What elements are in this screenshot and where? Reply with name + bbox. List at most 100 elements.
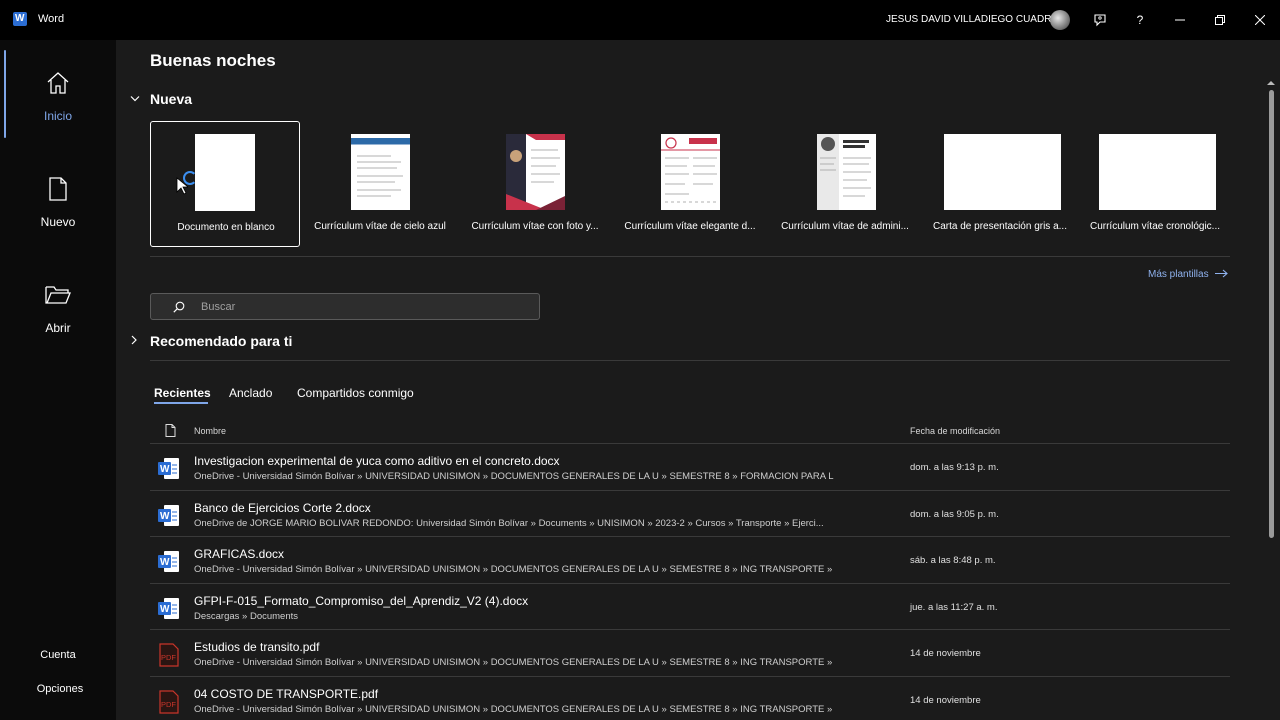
- options-link[interactable]: Opciones: [2, 683, 118, 695]
- tab-anclado[interactable]: Anclado: [229, 386, 272, 400]
- scroll-thumb[interactable]: [1269, 90, 1274, 538]
- more-templates-label: Más plantillas: [1148, 269, 1209, 280]
- chevron-right-icon: [130, 334, 148, 348]
- svg-text:W: W: [160, 464, 170, 475]
- word-file-icon: W: [158, 550, 180, 574]
- list-item[interactable]: W Banco de Ejercicios Corte 2.docx OneDr…: [150, 489, 1230, 537]
- nav-label: Abrir: [45, 321, 71, 335]
- file-name: 04 COSTO DE TRANSPORTE.pdf: [194, 687, 379, 701]
- vertical-scrollbar[interactable]: [1266, 80, 1276, 710]
- template-label: Currículum vítae cronológic...: [1089, 221, 1221, 232]
- nav-item-inicio[interactable]: Inicio: [0, 54, 116, 144]
- title-bar: Word JESUS DAVID VILLADIEGO CUADRO ?: [0, 0, 1280, 40]
- file-date: 14 de noviembre: [910, 695, 981, 706]
- search-input[interactable]: [201, 299, 521, 315]
- file-name: Banco de Ejercicios Corte 2.docx: [194, 500, 371, 515]
- pdf-file-icon: PDF: [158, 690, 180, 714]
- column-modified[interactable]: Fecha de modificación: [910, 426, 1000, 436]
- template-gallery: Documento en blanco Currículum vítae de …: [150, 121, 1240, 247]
- template-cv-cielo-azul[interactable]: Currículum vítae de cielo azul: [305, 121, 455, 247]
- word-file-icon: W: [158, 504, 180, 528]
- word-file-icon: W: [158, 597, 180, 621]
- avatar[interactable]: [1050, 10, 1070, 30]
- template-label: Currículum vítae elegante d...: [624, 221, 756, 232]
- pdf-file-icon: PDF: [158, 643, 180, 667]
- template-thumbnail: [661, 134, 720, 210]
- new-document-icon: [43, 174, 73, 204]
- template-cv-elegante[interactable]: Currículum vítae elegante d...: [615, 121, 765, 247]
- arrow-right-icon: [1215, 269, 1229, 278]
- template-thumbnail: [351, 134, 410, 210]
- file-path: OneDrive - Universidad Simón Bolívar » U…: [194, 657, 834, 669]
- template-thumbnail: [506, 134, 565, 210]
- list-item[interactable]: W GFPI-F-015_Formato_Compromiso_del_Apre…: [150, 582, 1230, 630]
- file-path: Descargas » Documents: [194, 610, 299, 622]
- column-name[interactable]: Nombre: [194, 426, 226, 436]
- tab-recientes[interactable]: Recientes: [154, 386, 211, 400]
- file-list-header: Nombre Fecha de modificación: [150, 424, 1230, 444]
- word-file-icon: W: [158, 457, 180, 481]
- search-icon: [173, 301, 185, 313]
- file-date: dom. a las 9:13 p. m.: [910, 462, 999, 473]
- template-thumbnail: [195, 134, 255, 211]
- more-templates-link[interactable]: Más plantillas: [1148, 269, 1229, 280]
- file-date: jue. a las 11:27 a. m.: [910, 601, 998, 613]
- template-cv-cronologico[interactable]: Currículum vítae cronológic...: [1080, 121, 1230, 247]
- svg-text:W: W: [160, 511, 170, 522]
- close-icon[interactable]: [1250, 10, 1270, 30]
- list-item[interactable]: PDF Estudios de transito.pdf OneDrive - …: [150, 629, 1230, 676]
- open-folder-icon: [43, 280, 73, 310]
- page-title: Buenas noches: [150, 51, 276, 70]
- chevron-down-icon: [130, 92, 148, 106]
- scroll-up-icon[interactable]: [1266, 80, 1276, 86]
- file-name: Estudios de transito.pdf: [194, 640, 320, 655]
- nav-item-abrir[interactable]: Abrir: [0, 266, 116, 356]
- template-cv-con-foto[interactable]: Currículum vítae con foto y...: [460, 121, 610, 247]
- template-label: Currículum vítae con foto y...: [471, 221, 599, 232]
- nav-item-nuevo[interactable]: Nuevo: [0, 160, 116, 250]
- file-path: OneDrive de JORGE MARIO BOLIVAR REDONDO:…: [194, 517, 824, 529]
- feedback-icon[interactable]: [1090, 10, 1110, 30]
- divider: [150, 256, 1230, 257]
- file-date: 14 de noviembre: [910, 648, 981, 660]
- template-blank-document[interactable]: Documento en blanco: [150, 121, 300, 247]
- template-label: Carta de presentación gris a...: [933, 221, 1067, 232]
- word-logo-icon: [13, 12, 27, 26]
- svg-text:W: W: [160, 557, 170, 568]
- recommended-section-header[interactable]: Recomendado para ti: [130, 333, 292, 349]
- template-thumbnail: [1099, 134, 1216, 210]
- document-icon: [165, 424, 176, 437]
- template-thumbnail: [817, 134, 876, 210]
- user-name[interactable]: JESUS DAVID VILLADIEGO CUADRO: [886, 14, 1059, 25]
- template-label: Currículum vítae de admini...: [781, 221, 909, 232]
- svg-text:W: W: [160, 604, 170, 615]
- divider: [150, 360, 1230, 361]
- file-date: sáb. a las 8:48 p. m.: [910, 555, 996, 567]
- new-section-header[interactable]: Nueva: [130, 91, 192, 107]
- account-link[interactable]: Cuenta: [0, 649, 116, 661]
- left-navigation: Inicio Nuevo Abrir Cuenta Opciones: [0, 40, 116, 720]
- file-path: OneDrive - Universidad Simón Bolívar » U…: [194, 564, 834, 576]
- list-item[interactable]: W Investigacion experimental de yuca com…: [150, 443, 1230, 490]
- file-name: GRAFICAS.docx: [194, 547, 285, 562]
- active-tab-indicator: [154, 402, 208, 404]
- nav-label: Inicio: [43, 109, 72, 123]
- tab-compartidos[interactable]: Compartidos conmigo: [297, 386, 414, 400]
- app-name: Word: [38, 13, 65, 25]
- file-path: OneDrive - Universidad Simón Bolívar » U…: [194, 471, 834, 482]
- template-cv-administrativo[interactable]: Currículum vítae de admini...: [770, 121, 920, 247]
- list-item[interactable]: PDF 04 COSTO DE TRANSPORTE.pdf OneDrive …: [150, 676, 1230, 720]
- search-box[interactable]: [150, 293, 540, 320]
- minimize-icon[interactable]: [1170, 10, 1190, 30]
- template-carta-presentacion-gris[interactable]: Carta de presentación gris a...: [925, 121, 1075, 247]
- loading-spinner-icon: [183, 171, 197, 185]
- nav-label: Nuevo: [40, 215, 76, 229]
- template-thumbnail: [944, 134, 1061, 210]
- svg-text:PDF: PDF: [161, 700, 176, 709]
- help-icon[interactable]: ?: [1130, 10, 1150, 30]
- list-item[interactable]: W GRAFICAS.docx OneDrive - Universidad S…: [150, 536, 1230, 583]
- template-label: Currículum vítae de cielo azul: [314, 221, 446, 232]
- template-label: Documento en blanco: [177, 222, 275, 233]
- restore-icon[interactable]: [1210, 10, 1230, 30]
- file-path: OneDrive - Universidad Simón Bolívar » U…: [194, 704, 834, 715]
